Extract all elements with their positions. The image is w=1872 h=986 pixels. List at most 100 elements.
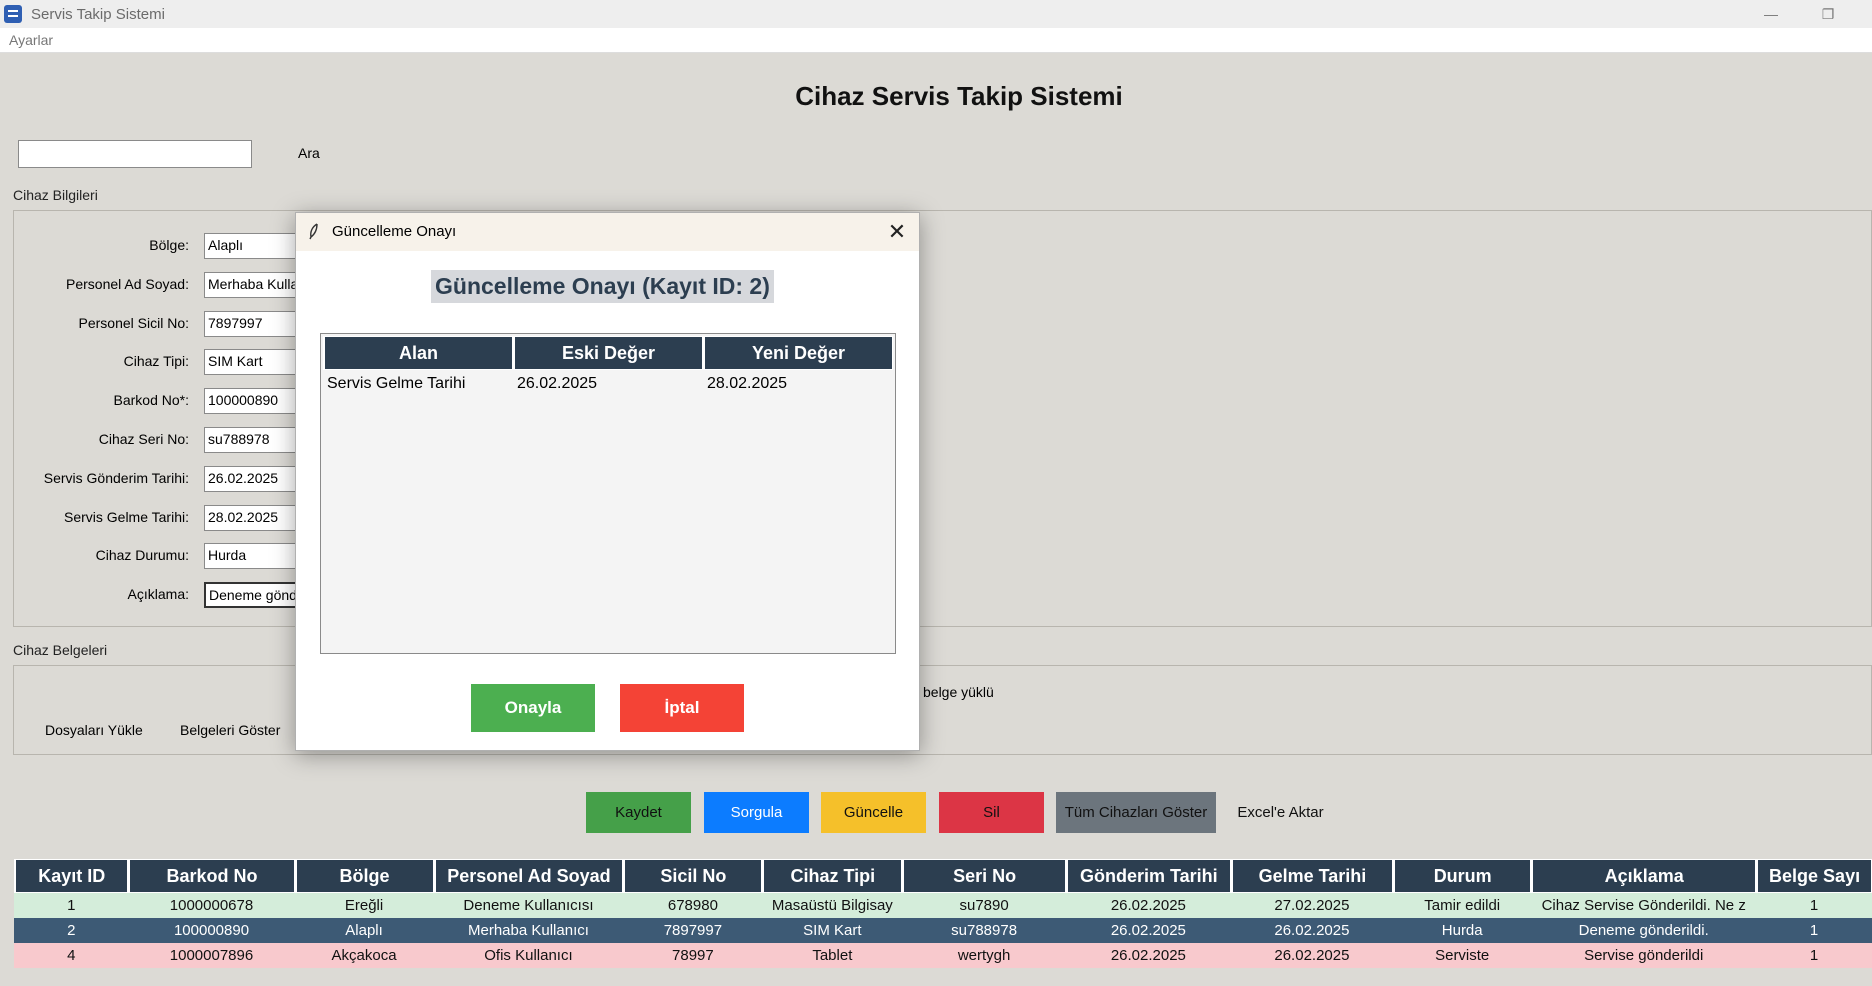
cancel-button[interactable]: İptal	[620, 684, 744, 732]
show-all-button[interactable]: Tüm Cihazları Göster	[1056, 792, 1216, 833]
field-label: Bölge:	[149, 237, 189, 253]
column-header[interactable]: Kayıt ID	[14, 859, 129, 893]
table-row[interactable]: 1 1000000678 Ereğli Deneme Kullanıcısı 67898…	[14, 893, 1872, 918]
delete-button[interactable]: Sil	[939, 792, 1044, 833]
changes-cell: 28.02.2025	[707, 375, 788, 392]
table-cell: Alaplı	[294, 918, 434, 943]
column-header[interactable]: Cihaz Tipi	[762, 859, 903, 893]
table-row[interactable]: 4 1000007896 Akçakoca Ofis Kullanıcı 78997 Ta…	[14, 943, 1872, 968]
devices-table: Kayıt ID Barkod No Bölge Personel Ad Soyad S…	[14, 859, 1872, 968]
column-header[interactable]: Seri No	[902, 859, 1066, 893]
update-button[interactable]: Güncelle	[821, 792, 926, 833]
window-titlebar: Servis Takip Sistemi — ❐	[0, 0, 1872, 28]
column-header[interactable]: Sicil No	[623, 859, 763, 893]
search-button[interactable]: Ara	[298, 145, 320, 161]
column-header[interactable]: Gönderim Tarihi	[1065, 859, 1231, 893]
changes-column-header[interactable]: Alan	[323, 336, 513, 370]
page-title: Cihaz Servis Takip Sistemi	[795, 81, 1123, 111]
show-documents-button[interactable]: Belgeleri Göster	[180, 722, 280, 738]
column-header[interactable]: Bölge	[294, 859, 434, 893]
field-input[interactable]: Alaplı	[204, 233, 304, 259]
table-cell: 1	[1756, 893, 1872, 918]
table-cell: 100000890	[128, 918, 295, 943]
field-input[interactable]: 7897997	[204, 311, 304, 337]
table-cell: su788978	[902, 918, 1066, 943]
table-cell: Ereğli	[294, 893, 434, 918]
column-header[interactable]: Belge Sayı	[1756, 859, 1872, 893]
table-cell: Merhaba Kullanıcı	[433, 918, 624, 943]
column-header[interactable]: Durum	[1393, 859, 1532, 893]
table-cell: Deneme gönderildi.	[1531, 918, 1757, 943]
table-cell: Tablet	[762, 943, 903, 968]
table-cell: 27.02.2025	[1230, 893, 1394, 918]
field-label: Personel Ad Soyad:	[66, 276, 189, 292]
field-input[interactable]: Deneme gönderildi.	[204, 582, 304, 608]
save-button[interactable]: Kaydet	[586, 792, 691, 833]
table-cell: 26.02.2025	[1230, 918, 1394, 943]
field-label: Barkod No*:	[113, 392, 189, 408]
documents-title: Cihaz Belgeleri	[13, 642, 108, 658]
device-info-title: Cihaz Bilgileri	[13, 187, 98, 203]
field-input[interactable]: 28.02.2025	[204, 505, 304, 531]
query-button[interactable]: Sorgula	[704, 792, 809, 833]
field-input[interactable]: su788978	[204, 427, 304, 453]
table-cell: 26.02.2025	[1065, 918, 1231, 943]
feather-icon	[309, 223, 318, 240]
table-cell: 26.02.2025	[1065, 893, 1231, 918]
table-cell: su7890	[902, 893, 1066, 918]
table-cell: Akçakoca	[294, 943, 434, 968]
table-cell: 7897997	[623, 918, 763, 943]
table-cell: Serviste	[1393, 943, 1532, 968]
field-label: Açıklama:	[127, 586, 189, 602]
column-header[interactable]: Personel Ad Soyad	[433, 859, 624, 893]
field-input[interactable]: 100000890	[204, 388, 304, 414]
table-row[interactable]: 2 100000890 Alaplı Merhaba Kullanıcı 7897997…	[14, 918, 1872, 943]
changes-table-frame: Alan Eski Değer Yeni Değer Servis Gelme Ta…	[320, 333, 896, 654]
column-header[interactable]: Gelme Tarihi	[1230, 859, 1394, 893]
field-input[interactable]: SIM Kart	[204, 349, 304, 375]
field-input[interactable]: 26.02.2025	[204, 466, 304, 492]
table-cell: 4	[14, 943, 129, 968]
changes-cell: Servis Gelme Tarihi	[327, 375, 466, 392]
search-input[interactable]	[18, 140, 252, 168]
table-cell: Deneme Kullanıcısı	[433, 893, 624, 918]
table-cell: wertygh	[902, 943, 1066, 968]
table-cell: Ofis Kullanıcı	[433, 943, 624, 968]
column-header[interactable]: Açıklama	[1531, 859, 1757, 893]
dialog-title: Güncelleme Onayı	[332, 223, 457, 240]
changes-row[interactable]: Servis Gelme Tarihi 26.02.2025 28.02.2025	[323, 370, 893, 398]
menu-settings[interactable]: Ayarlar	[9, 32, 53, 48]
table-cell: 1000000678	[128, 893, 295, 918]
restore-icon[interactable]: ❐	[1800, 0, 1856, 28]
export-excel-button[interactable]: Excel'e Aktar	[1228, 792, 1333, 833]
menu-bar: Ayarlar	[0, 28, 1872, 53]
changes-column-header[interactable]: Yeni Değer	[703, 336, 893, 370]
field-input[interactable]: Hurda	[204, 543, 304, 569]
table-cell: 26.02.2025	[1065, 943, 1231, 968]
field-input[interactable]: Merhaba Kullanıcı	[204, 272, 304, 298]
field-label: Servis Gelme Tarihi:	[63, 509, 189, 525]
close-icon[interactable]: ✕	[885, 219, 909, 245]
table-cell: 78997	[623, 943, 763, 968]
table-cell: SIM Kart	[762, 918, 903, 943]
table-cell: Hurda	[1393, 918, 1532, 943]
table-cell: 26.02.2025	[1230, 943, 1394, 968]
minimize-icon[interactable]: —	[1743, 0, 1799, 28]
upload-files-button[interactable]: Dosyaları Yükle	[45, 722, 143, 738]
field-label: Servis Gönderim Tarihi:	[43, 470, 189, 486]
documents-frame	[13, 665, 1872, 755]
table-cell: 1	[1756, 943, 1872, 968]
column-header[interactable]: Barkod No	[128, 859, 295, 893]
field-label: Personel Sicil No:	[78, 315, 190, 331]
confirm-button[interactable]: Onayla	[471, 684, 595, 732]
window-title: Servis Takip Sistemi	[31, 5, 165, 23]
table-cell: 1000007896	[128, 943, 295, 968]
table-cell: 1	[1756, 918, 1872, 943]
table-cell: 1	[14, 893, 129, 918]
changes-column-header[interactable]: Eski Değer	[513, 336, 703, 370]
dialog-titlebar: Güncelleme Onayı ✕	[296, 213, 919, 251]
update-confirm-dialog: Güncelleme Onayı ✕ Güncelleme Onayı (Kay…	[295, 212, 920, 751]
field-label: Cihaz Tipi:	[123, 353, 189, 369]
table-cell: 678980	[623, 893, 763, 918]
table-cell: Masaüstü Bilgisay	[762, 893, 903, 918]
